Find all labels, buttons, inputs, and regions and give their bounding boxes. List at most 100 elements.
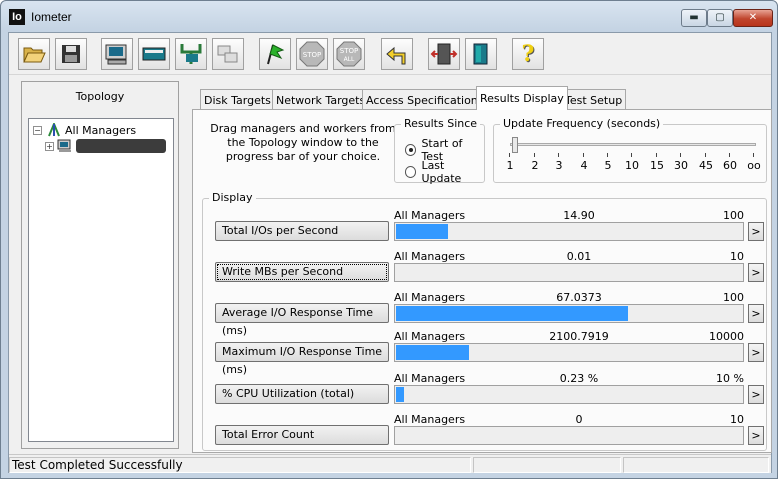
manager-name-redacted	[76, 139, 166, 153]
radio-last-update[interactable]: Last Update	[405, 159, 484, 185]
instructions-text: Drag managers and workers from the Topol…	[210, 122, 396, 163]
metric-progress-bar[interactable]	[394, 222, 744, 241]
metric-progress-bar[interactable]	[394, 343, 744, 362]
tab-network-targets[interactable]: Network Targets	[272, 89, 370, 109]
save-config-button[interactable]	[55, 38, 87, 70]
metric-select-button[interactable]: Total Error Count	[215, 425, 389, 445]
metric-max-label: 10	[730, 250, 744, 263]
metric-source-label: All Managers	[394, 291, 466, 304]
tree-label-all-managers[interactable]: All Managers	[65, 124, 136, 137]
close-button[interactable]: ✕	[733, 9, 773, 27]
stop-label: STOP	[303, 51, 321, 59]
duplicate-worker-button[interactable]	[212, 38, 244, 70]
iometer-window: Io Iometer ▬ ▢ ✕ STOP STOP ALL ? Topolog…	[0, 0, 778, 479]
frequency-tick-mark	[534, 153, 535, 157]
metric-progress-bar[interactable]	[394, 304, 744, 323]
start-disk-worker-button[interactable]	[101, 38, 133, 70]
update-frequency-title: Update Frequency (seconds)	[500, 117, 664, 131]
frequency-tick-mark	[680, 153, 681, 157]
tab-access-specifications[interactable]: Access Specifications	[362, 89, 488, 109]
metric-value-label: 0.01	[566, 250, 592, 263]
start-tests-button[interactable]	[259, 38, 291, 70]
frequency-tick-label: 45	[699, 159, 713, 172]
radio-last-update-circle[interactable]	[405, 166, 417, 178]
metric-expand-button[interactable]: >	[748, 385, 764, 404]
title-bar[interactable]: Io Iometer ▬ ▢ ✕	[1, 1, 777, 31]
frequency-tick-label: 2	[531, 159, 539, 172]
metric-expand-button[interactable]: >	[748, 304, 764, 323]
network-worker-icon	[142, 47, 166, 61]
metric-progress-fill	[396, 387, 404, 402]
all-managers-icon	[48, 123, 60, 137]
help-icon: ?	[521, 41, 535, 67]
metric-max-label: 100	[723, 209, 744, 222]
frequency-tick-mark	[607, 153, 608, 157]
metric-select-button[interactable]: Maximum I/O Response Time (ms)	[215, 342, 389, 376]
update-frequency-slider-thumb[interactable]	[512, 137, 518, 153]
expand-toggle[interactable]: +	[45, 141, 54, 151]
tab-test-setup[interactable]: Test Setup	[561, 89, 627, 109]
tree-item-all-managers[interactable]: − All Managers	[33, 123, 136, 137]
metric-expand-button[interactable]: >	[748, 222, 764, 241]
exit-door-icon	[430, 43, 458, 65]
metric-expand-button[interactable]: >	[748, 426, 764, 445]
metric-select-button[interactable]: % CPU Utilization (total)	[215, 384, 389, 404]
topology-title: Topology	[75, 90, 125, 103]
stop-all-button[interactable]: STOP ALL	[333, 38, 365, 70]
metric-source-label: All Managers	[394, 372, 466, 385]
client-area: STOP STOP ALL ? Topology − All Managers …	[8, 32, 772, 473]
metric-progress-fill	[396, 306, 628, 321]
frequency-tick-mark	[558, 153, 559, 157]
minimize-button[interactable]: ▬	[681, 9, 707, 27]
metric-value-label: 0	[575, 413, 583, 426]
radio-last-update-label: Last Update	[421, 159, 462, 185]
disk-worker-icon	[105, 44, 127, 65]
metric-expand-button[interactable]: >	[748, 343, 764, 362]
stop-all-label: STOP	[340, 47, 358, 55]
metric-select-button[interactable]: Write MBs per Second	[215, 262, 389, 282]
frequency-tick-mark	[753, 153, 754, 157]
tab-disk-targets[interactable]: Disk Targets	[200, 89, 275, 109]
exit-button[interactable]	[428, 38, 460, 70]
collapse-toggle[interactable]: −	[33, 125, 42, 135]
reset-workers-button[interactable]	[381, 38, 413, 70]
metric-max-label: 10 %	[716, 372, 744, 385]
start-network-worker-button[interactable]	[138, 38, 170, 70]
metric-select-button[interactable]: Total I/Os per Second	[215, 221, 389, 241]
tree-item-manager[interactable]: +	[45, 139, 166, 153]
metric-value-label: 2100.7919	[549, 330, 609, 343]
metric-max-label: 100	[723, 291, 744, 304]
window-title: Iometer	[31, 10, 72, 24]
tab-results-display[interactable]: Results Display	[476, 86, 568, 110]
results-since-title: Results Since	[401, 117, 481, 131]
reset-arrow-icon	[386, 46, 406, 65]
topology-tree[interactable]: − All Managers +	[28, 118, 174, 442]
folder-open-icon	[23, 47, 46, 63]
metric-value-label: 67.0373	[556, 291, 602, 304]
maximize-button[interactable]: ▢	[707, 9, 733, 27]
radio-start-of-test-circle[interactable]	[405, 144, 417, 156]
metric-value-label: 0.23 %	[559, 372, 599, 385]
update-frequency-slider-track[interactable]	[510, 143, 756, 146]
disconnect-button[interactable]	[465, 38, 497, 70]
frequency-tick-label: 4	[580, 159, 588, 172]
display-title: Display	[209, 191, 256, 205]
metric-expand-button[interactable]: >	[748, 263, 764, 282]
stop-button[interactable]: STOP	[296, 38, 328, 70]
metric-progress-fill	[396, 224, 448, 239]
tab-control: Disk Targets Network Targets Access Spec…	[192, 81, 772, 453]
metric-progress-bar[interactable]	[394, 263, 744, 282]
metric-progress-bar[interactable]	[394, 385, 744, 404]
results-since-group: Results Since Start of Test Last Update	[394, 117, 485, 185]
metric-source-label: All Managers	[394, 413, 466, 426]
update-frequency-group: Update Frequency (seconds) 1 2 3 4 5 10 15 30 45…	[493, 117, 767, 183]
metric-max-label: 10000	[709, 330, 744, 343]
metric-select-button[interactable]: Average I/O Response Time (ms)	[215, 303, 389, 337]
open-config-button[interactable]	[18, 38, 50, 70]
frequency-tick-mark	[631, 153, 632, 157]
metric-progress-bar[interactable]	[394, 426, 744, 445]
metric-source-label: All Managers	[394, 209, 466, 222]
frequency-tick-label: 5	[604, 159, 612, 172]
about-button[interactable]: ?	[512, 38, 544, 70]
new-manager-button[interactable]	[175, 38, 207, 70]
